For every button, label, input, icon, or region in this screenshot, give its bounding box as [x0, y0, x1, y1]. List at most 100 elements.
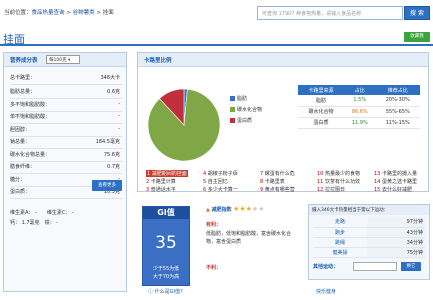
- nutrition-panel-header: 营养成分表 每100克 ▾: [4, 53, 126, 67]
- related-tag-link[interactable]: 14 蛋黄之选卡路里: [374, 178, 417, 185]
- nutrient-value: 184.5毫克: [95, 139, 120, 145]
- tag-number: 3: [146, 187, 150, 193]
- exercise-name[interactable]: 跳绳: [313, 237, 368, 248]
- row-divider: [10, 198, 122, 199]
- row-divider: [10, 84, 122, 85]
- gi-title: GI值: [143, 207, 189, 219]
- footer-link[interactable]: 快乐健身: [316, 288, 336, 295]
- related-tag-link[interactable]: 15 去什么好减肥: [374, 186, 412, 193]
- exercise-table: 走路 97分钟 跑步 43分钟 跳绳 34分钟 健美操 75分钟: [313, 217, 425, 258]
- row-divider: [10, 148, 122, 149]
- related-tag-link[interactable]: 8 卡路里表: [260, 178, 285, 185]
- related-tag-link[interactable]: 3 普通话水平: [146, 186, 176, 193]
- nutrition-row: 膳食纤维： 0.7克: [10, 163, 122, 173]
- exercise-name[interactable]: 健美操: [313, 247, 368, 258]
- related-tag-link[interactable]: 1 减肥期间的挂面: [146, 170, 188, 177]
- tag-text: 多少大卡算一: [207, 187, 238, 193]
- related-tag-link[interactable]: 2 卡路里计算: [146, 178, 176, 185]
- related-tag-link[interactable]: 9 黄点有哪些营: [260, 186, 295, 193]
- portion-select-value: 每100克: [49, 58, 67, 63]
- gi-help-link[interactable]: ⓘ 什么是GI值?: [148, 288, 183, 295]
- nutrient-label: 钠总量：: [10, 139, 31, 145]
- related-tag-link[interactable]: 11 饮茶有什么功效: [317, 178, 360, 185]
- exercise-name[interactable]: 跑步: [313, 227, 368, 238]
- tag-number: 2: [146, 179, 150, 185]
- tag-number: 14: [374, 179, 381, 185]
- tag-text: 拉拉图日: [324, 187, 345, 193]
- tag-text: 自主回忆: [207, 179, 228, 185]
- related-tag-link[interactable]: 5 自主回忆: [203, 178, 228, 185]
- tag-text: 饮茶有什么功效: [324, 179, 360, 185]
- tag-number: 9: [260, 187, 264, 193]
- nutrient-label: 糖分：: [10, 176, 26, 183]
- related-tag-link[interactable]: 4 胡椒子粉子佰: [203, 170, 238, 177]
- nutrition-row: 碳水化合物总量： 75.6克: [10, 151, 122, 161]
- view-more-button[interactable]: 查看更多: [92, 180, 122, 191]
- breadcrumb-category-link[interactable]: 谷物薯类: [73, 10, 95, 16]
- exercise-row: 走路 97分钟: [313, 217, 425, 228]
- exercise-panel: 摄入346大卡热量相当于需以下运动： 走路 97分钟 跑步 43分钟 跳绳 34分钟 健美操…: [308, 204, 430, 280]
- collect-button[interactable]: 收藏我: [404, 32, 430, 42]
- search-button[interactable]: 搜 索: [404, 6, 430, 20]
- search-input[interactable]: 可查询 17907 种食物热量，请输入食品名称: [257, 6, 403, 20]
- col-header-source: 卡路里来源: [298, 85, 344, 95]
- legend-swatch: [230, 96, 235, 101]
- tag-number: 5: [203, 179, 207, 185]
- calorie-legend: 脂肪 碳水化合物 蛋白质: [230, 95, 262, 128]
- tag-text: 螺蛋有什么危: [264, 171, 295, 177]
- tag-text: 胡椒子粉子佰: [207, 171, 238, 177]
- nutrient-label: 胆固醇：: [10, 126, 31, 133]
- tag-number: 10: [317, 171, 324, 177]
- nutrition-row: 脂肪总量： 0.6克: [10, 88, 122, 98]
- legend-item: 蛋白质: [230, 117, 262, 124]
- flame-icon: ▲: [206, 207, 210, 213]
- calorie-source-cell: 11.9%: [344, 117, 376, 129]
- calorie-source-row: 蛋白质 11.9% 11%-15%: [298, 117, 420, 129]
- nutrient-value: -: [118, 113, 120, 119]
- help-icon: ⓘ: [148, 289, 154, 295]
- gi-high-threshold: 大于70为高: [152, 274, 180, 280]
- diet-index-label: 减肥指数: [211, 207, 232, 213]
- nutrient-label: 脂肪总量：: [10, 89, 36, 95]
- tag-number: 15: [374, 187, 381, 193]
- nutrient-label: 膳食纤维：: [10, 164, 36, 170]
- star-icon: ★: [258, 205, 265, 213]
- change-exercise-button[interactable]: 换它: [401, 262, 421, 271]
- gi-help-text: 什么是GI值?: [154, 289, 183, 295]
- related-tag-link[interactable]: 12 拉拉图日: [317, 186, 345, 193]
- calorie-source-cell: 脂肪: [298, 95, 344, 107]
- iron-label: 铁：: [44, 220, 55, 226]
- nutrition-panel: 营养成分表 每100克 ▾ 总卡路里： 346大卡 脂肪总量： 0.6克 多不饱和脂肪酸…: [3, 52, 127, 292]
- related-tag-link[interactable]: 10 热量最少的食物: [317, 170, 360, 177]
- other-exercise-input[interactable]: [353, 262, 397, 271]
- breadcrumb-separator: >: [64, 10, 73, 16]
- tag-number: 12: [317, 187, 324, 193]
- col-header-ratio: 占比: [344, 85, 376, 95]
- exercise-name[interactable]: 走路: [313, 217, 368, 228]
- tag-number: 1: [147, 171, 151, 177]
- row-divider: [10, 173, 122, 174]
- tag-text: 去什么好减肥: [381, 187, 412, 193]
- row-divider: [10, 160, 122, 162]
- related-tag-link[interactable]: 13 卡路里的摄入量: [374, 170, 417, 177]
- good-label: 有利：: [206, 222, 222, 228]
- nutrient-label: 碳水化合物总量：: [10, 151, 51, 158]
- tag-text: 卡路里表: [264, 179, 285, 185]
- related-tag-link[interactable]: 6 多少大卡算一: [203, 186, 238, 193]
- title-divider: [0, 44, 433, 46]
- breadcrumb-separator: >: [94, 10, 103, 16]
- related-tag-link[interactable]: 7 螺蛋有什么危: [260, 170, 295, 177]
- gi-value: 35: [155, 233, 177, 253]
- calorie-source-cell: 碳水化合物: [298, 106, 344, 118]
- calcium-value: 1.7毫克: [21, 220, 40, 226]
- nutrient-value: 0.6克: [107, 89, 120, 95]
- breadcrumb-home-link[interactable]: 食品热量查询: [32, 10, 65, 16]
- portion-select[interactable]: 每100克 ▾: [46, 55, 80, 64]
- tag-text: 蛋黄之选卡路里: [381, 179, 417, 185]
- nutrient-label: 多不饱和脂肪酸：: [10, 101, 51, 108]
- legend-item: 碳水化合物: [230, 106, 262, 113]
- legend-swatch: [230, 107, 235, 112]
- breadcrumb-current: 挂面: [102, 10, 114, 16]
- nutrition-row: 单不饱和脂肪酸： -: [10, 113, 122, 123]
- nutrient-label: 总卡路里：: [10, 75, 36, 81]
